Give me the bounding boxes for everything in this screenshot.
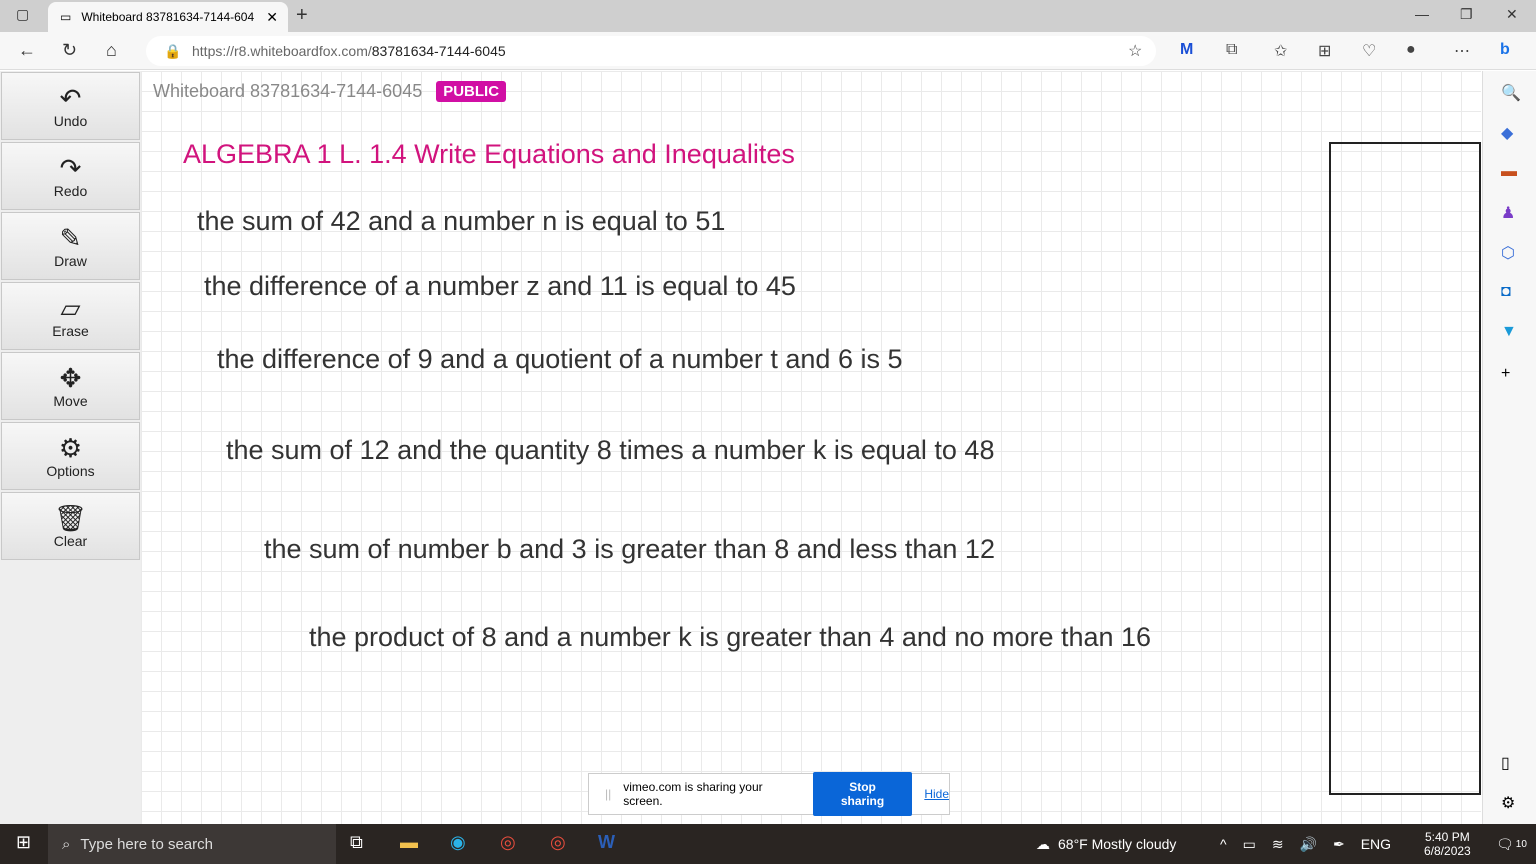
url-host: https://r8.whiteboardfox.com/ — [192, 43, 372, 59]
extensions-icon[interactable]: ⧉ — [1226, 41, 1237, 59]
taskbar-search[interactable]: ⌕ Type here to search — [48, 824, 336, 864]
minimize-button[interactable]: — — [1415, 6, 1429, 22]
restore-button[interactable]: ❐ — [1460, 6, 1473, 23]
close-window-button[interactable]: ✕ — [1506, 6, 1518, 23]
notifications-icon[interactable]: 🗨 — [1496, 836, 1514, 853]
settings-icon[interactable]: ⚙ — [1501, 793, 1515, 813]
undo-icon: ↶ — [59, 83, 82, 113]
redo-icon: ↷ — [59, 153, 82, 183]
search-icon: ⌕ — [62, 835, 71, 853]
move-icon: ✥ — [59, 363, 82, 393]
malwarebytes-icon[interactable]: M — [1180, 41, 1193, 59]
wifi-icon[interactable]: ≋ — [1272, 836, 1284, 853]
tool-label: Options — [46, 463, 95, 479]
sidebar-toggle-icon[interactable]: ▯ — [1501, 753, 1510, 773]
screen-share-bar: || vimeo.com is sharing your screen. Sto… — [588, 772, 950, 816]
board-text-line: the difference of a number z and 11 is e… — [204, 271, 796, 301]
word-icon[interactable]: W — [598, 832, 615, 853]
outlook-icon[interactable]: ◘ — [1501, 283, 1511, 301]
board-text-line: the difference of 9 and a quotient of a … — [217, 344, 903, 374]
favorite-star-icon[interactable]: ☆ — [1128, 41, 1142, 61]
drop-icon[interactable]: ▼ — [1501, 323, 1517, 341]
stop-sharing-button[interactable]: Stop sharing — [812, 772, 913, 816]
collections-icon[interactable]: ⊞ — [1318, 41, 1331, 61]
drag-handle-icon[interactable]: || — [605, 787, 611, 801]
edge-sidebar: 🔍 ◆ ▬ ♟ ⬡ ◘ ▼ + ▯ ⚙ — [1482, 71, 1536, 824]
board-text-line: the sum of number b and 3 is greater tha… — [264, 534, 995, 564]
redo-button[interactable]: ↷ Redo — [1, 142, 140, 210]
task-view-icon[interactable]: ⧉ — [350, 832, 363, 853]
move-button[interactable]: ✥ Move — [1, 352, 140, 420]
drawn-rectangle — [1329, 142, 1481, 795]
erase-button[interactable]: ▱ Erase — [1, 282, 140, 350]
eraser-icon: ▱ — [60, 293, 81, 323]
tool-label: Erase — [52, 323, 89, 339]
language-indicator[interactable]: ENG — [1361, 836, 1391, 852]
home-icon[interactable]: ⌂ — [106, 40, 117, 61]
more-menu-icon[interactable]: ⋯ — [1454, 41, 1470, 61]
volume-icon[interactable]: 🔊 — [1300, 836, 1317, 853]
back-icon[interactable]: ← — [18, 40, 36, 61]
url-input[interactable]: 🔒 https://r8.whiteboardfox.com/83781634-7… — [146, 36, 1156, 66]
undo-button[interactable]: ↶ Undo — [1, 72, 140, 140]
new-tab-button[interactable]: + — [296, 4, 308, 27]
performance-icon[interactable]: ♡ — [1362, 41, 1376, 61]
address-bar-row: ← ↻ ⌂ 🔒 https://r8.whiteboardfox.com/8378… — [0, 32, 1536, 70]
meet-icon[interactable]: ▭ — [1243, 836, 1256, 853]
tab-title: Whiteboard 83781634-7144-604 — [81, 10, 255, 24]
tool-sidebar: ↶ Undo ↷ Redo ✎ Draw ▱ Erase ✥ Move ⚙ Options … — [0, 71, 141, 824]
draw-button[interactable]: ✎ Draw — [1, 212, 140, 280]
options-button[interactable]: ⚙ Options — [1, 422, 140, 490]
browser-tab[interactable]: ▭ Whiteboard 83781634-7144-604 ✕ — [48, 2, 288, 32]
start-icon[interactable]: ⊞ — [16, 832, 31, 853]
close-tab-icon[interactable]: ✕ — [266, 9, 278, 26]
search-icon[interactable]: 🔍 — [1501, 83, 1521, 103]
weather-icon: ☁ — [1036, 835, 1050, 852]
tools-icon[interactable]: ▬ — [1501, 163, 1517, 181]
bing-icon[interactable]: b — [1500, 41, 1510, 59]
chrome-icon-2[interactable]: ◎ — [550, 832, 566, 853]
tool-label: Draw — [54, 253, 87, 269]
tool-label: Clear — [53, 533, 88, 549]
add-icon[interactable]: + — [1501, 365, 1510, 383]
taskbar: ⊞ ⌕ Type here to search ⧉ ▬ ◉ ◎ ◎ W ☁ 68°F… — [0, 824, 1536, 864]
hide-link[interactable]: Hide — [924, 787, 949, 801]
board-text-line: the sum of 42 and a number n is equal to… — [197, 206, 726, 236]
profile-avatar[interactable]: ● — [1406, 41, 1416, 59]
whiteboard-canvas[interactable]: Whiteboard 83781634-7144-6045 PUBLIC ALGE… — [141, 71, 1481, 824]
board-title: ALGEBRA 1 L. 1.4 Write Equations and Ine… — [183, 139, 795, 169]
games-icon[interactable]: ♟ — [1501, 203, 1515, 223]
office-icon[interactable]: ⬡ — [1501, 243, 1515, 263]
board-text-line: the product of 8 and a number k is great… — [309, 622, 1152, 652]
clock-time[interactable]: 5:40 PM — [1425, 830, 1470, 844]
chevron-up-icon[interactable]: ^ — [1220, 836, 1227, 852]
page-icon: ▭ — [60, 10, 72, 24]
tab-actions-icon[interactable]: ▢ — [16, 6, 29, 23]
lock-icon: 🔒 — [164, 42, 182, 59]
clear-button[interactable]: 🗑 Clear — [1, 492, 140, 560]
trash-icon: 🗑 — [53, 503, 87, 533]
tab-bar: ▢ ▭ Whiteboard 83781634-7144-604 ✕ + — ❐ ✕ — [0, 0, 1536, 32]
tool-label: Redo — [53, 183, 88, 199]
refresh-icon[interactable]: ↻ — [62, 40, 77, 61]
pen-icon[interactable]: ✒ — [1333, 836, 1345, 853]
tool-label: Undo — [53, 113, 88, 129]
pencil-icon: ✎ — [59, 223, 82, 253]
shopping-icon[interactable]: ◆ — [1501, 123, 1513, 143]
board-name: Whiteboard 83781634-7144-6045 — [153, 81, 423, 101]
favorites-icon[interactable]: ✩ — [1274, 41, 1287, 61]
clock-date[interactable]: 6/8/2023 — [1424, 844, 1471, 858]
tool-label: Move — [53, 393, 88, 409]
public-badge: PUBLIC — [436, 81, 507, 102]
file-explorer-icon[interactable]: ▬ — [400, 832, 418, 853]
board-text-line: the sum of 12 and the quantity 8 times a… — [226, 435, 995, 465]
edge-icon[interactable]: ◉ — [450, 832, 466, 853]
weather-text[interactable]: 68°F Mostly cloudy — [1058, 836, 1176, 852]
search-placeholder: Type here to search — [80, 835, 213, 853]
gear-icon: ⚙ — [58, 433, 83, 463]
url-path: 83781634-7144-6045 — [371, 43, 506, 59]
notification-count: 10 — [1515, 838, 1527, 850]
chrome-icon[interactable]: ◎ — [500, 832, 516, 853]
share-text: vimeo.com is sharing your screen. — [623, 780, 763, 808]
